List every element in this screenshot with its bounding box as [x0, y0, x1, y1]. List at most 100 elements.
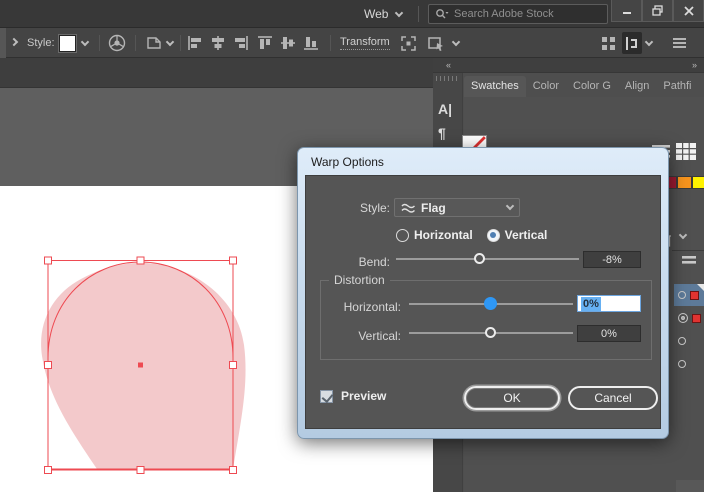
bend-value-field[interactable]: -8%	[583, 251, 641, 268]
distortion-vertical-slider[interactable]	[409, 326, 573, 339]
distortion-vertical-field[interactable]: 0%	[577, 325, 641, 342]
distortion-group: Distortion Horizontal: 0% Vertical: 0%	[320, 280, 652, 360]
minimize-icon	[622, 6, 632, 16]
align-options-dropdown[interactable]	[453, 28, 459, 58]
workspace-label: Web	[364, 7, 388, 21]
swatch-color[interactable]	[677, 176, 692, 189]
align-to-artboard-button[interactable]	[427, 28, 446, 58]
cancel-label: Cancel	[594, 391, 631, 405]
align-horizontal-center-icon	[210, 35, 226, 51]
tab-color-guide[interactable]: Color G	[566, 76, 618, 97]
bend-slider[interactable]	[396, 252, 579, 265]
tab-align[interactable]: Align	[618, 76, 656, 97]
character-panel-icon[interactable]: A|	[438, 101, 452, 117]
align-top-button[interactable]	[257, 28, 273, 58]
separator	[330, 35, 331, 51]
chevron-down-icon	[166, 37, 174, 45]
separator	[180, 35, 181, 51]
chevron-down-icon	[645, 37, 653, 45]
align-vertical-center-button[interactable]	[280, 28, 296, 58]
workspace-grid-button[interactable]	[601, 28, 616, 58]
document-setup-button[interactable]	[145, 28, 163, 58]
dock-grip[interactable]	[436, 76, 459, 81]
style-field-label: Style:	[326, 201, 390, 215]
swatch-color[interactable]	[692, 176, 704, 189]
warp-options-dialog: Warp Options Style: Flag Horizontal Vert	[297, 147, 669, 439]
dock-panel-icon	[624, 36, 640, 51]
checkbox-checked-icon[interactable]	[320, 390, 333, 403]
adobe-stock-search-input[interactable]: Search Adobe Stock	[428, 4, 608, 24]
control-bar-menu-button[interactable]	[672, 28, 687, 58]
cancel-button[interactable]: Cancel	[568, 386, 658, 410]
minimize-button[interactable]	[611, 0, 642, 22]
distortion-vertical-label: Vertical:	[321, 329, 401, 343]
align-right-button[interactable]	[233, 28, 249, 58]
warped-shape[interactable]	[41, 263, 245, 469]
appearance-row[interactable]	[674, 330, 704, 352]
collapse-left-icon[interactable]: «	[446, 60, 450, 70]
align-bottom-button[interactable]	[303, 28, 319, 58]
document-corner-icon	[145, 35, 163, 51]
target-circle-icon	[678, 360, 686, 368]
style-swatch[interactable]	[59, 28, 76, 58]
titlebar-separator	[418, 6, 419, 22]
radio-vertical-label: Vertical	[505, 228, 548, 242]
transform-link[interactable]: Transform	[340, 28, 390, 58]
shape-center-point	[138, 363, 143, 368]
flag-style-icon	[401, 202, 416, 214]
dialog-body: Style: Flag Horizontal Vertical	[305, 175, 661, 429]
menu-lines-icon	[672, 37, 687, 49]
workspace-switcher[interactable]: Web	[364, 5, 402, 23]
tab-swatches[interactable]: Swatches	[464, 76, 526, 97]
warp-style-dropdown[interactable]: Flag	[394, 198, 520, 217]
close-icon	[684, 6, 694, 16]
restore-icon	[652, 5, 663, 16]
radio-vertical[interactable]: Vertical	[487, 228, 548, 242]
ok-button[interactable]: OK	[464, 386, 560, 410]
align-to-selection-button[interactable]	[400, 28, 417, 58]
paragraph-panel-icon[interactable]: ¶	[438, 125, 446, 141]
align-right-icon	[233, 35, 249, 51]
appearance-menu-icon[interactable]	[682, 256, 696, 264]
target-circle-icon	[678, 337, 686, 345]
separator	[99, 35, 100, 51]
artboard-pointer-icon	[427, 35, 446, 52]
panel-scroll-chevron[interactable]	[680, 227, 686, 241]
grid-view-icon[interactable]	[676, 143, 696, 160]
appearance-row[interactable]	[674, 307, 704, 329]
tab-color[interactable]: Color	[526, 76, 566, 97]
align-horizontal-center-button[interactable]	[210, 28, 226, 58]
appearance-row[interactable]	[674, 353, 704, 375]
app-titlebar: Web Search Adobe Stock	[0, 0, 704, 28]
recolor-artwork-button[interactable]	[108, 28, 126, 58]
slider-track	[396, 258, 579, 260]
fill-color-chip	[692, 314, 701, 323]
chevron-down-icon	[81, 37, 89, 45]
distortion-label: Distortion	[329, 273, 390, 287]
distortion-horizontal-label: Horizontal:	[321, 300, 401, 314]
style-dropdown-button[interactable]	[82, 28, 88, 58]
expand-panel-button[interactable]	[11, 28, 17, 58]
row-corner-fold	[697, 284, 704, 291]
align-left-button[interactable]	[187, 28, 203, 58]
preview-label: Preview	[341, 389, 386, 403]
tab-pathfinder[interactable]: Pathfi	[656, 76, 698, 97]
fill-color-chip	[690, 291, 699, 300]
slider-thumb[interactable]	[474, 253, 485, 264]
distortion-horizontal-value: 0%	[581, 297, 601, 311]
dock-options-dropdown[interactable]	[646, 28, 652, 58]
document-dropdown[interactable]	[167, 28, 173, 58]
dialog-title: Warp Options	[311, 155, 384, 169]
align-left-icon	[187, 35, 203, 51]
radio-horizontal[interactable]: Horizontal	[396, 228, 473, 242]
distortion-horizontal-field[interactable]: 0%	[577, 295, 641, 312]
restore-button[interactable]	[642, 0, 673, 22]
preview-option[interactable]: Preview	[320, 389, 386, 403]
slider-thumb[interactable]	[485, 327, 496, 338]
panel-dock-toggle[interactable]	[622, 32, 642, 54]
close-button[interactable]	[673, 0, 704, 22]
distortion-horizontal-slider[interactable]	[409, 297, 573, 310]
slider-thumb-active[interactable]	[484, 297, 497, 310]
appearance-row-selected[interactable]	[674, 284, 704, 306]
collapse-right-icon[interactable]: »	[692, 60, 696, 70]
